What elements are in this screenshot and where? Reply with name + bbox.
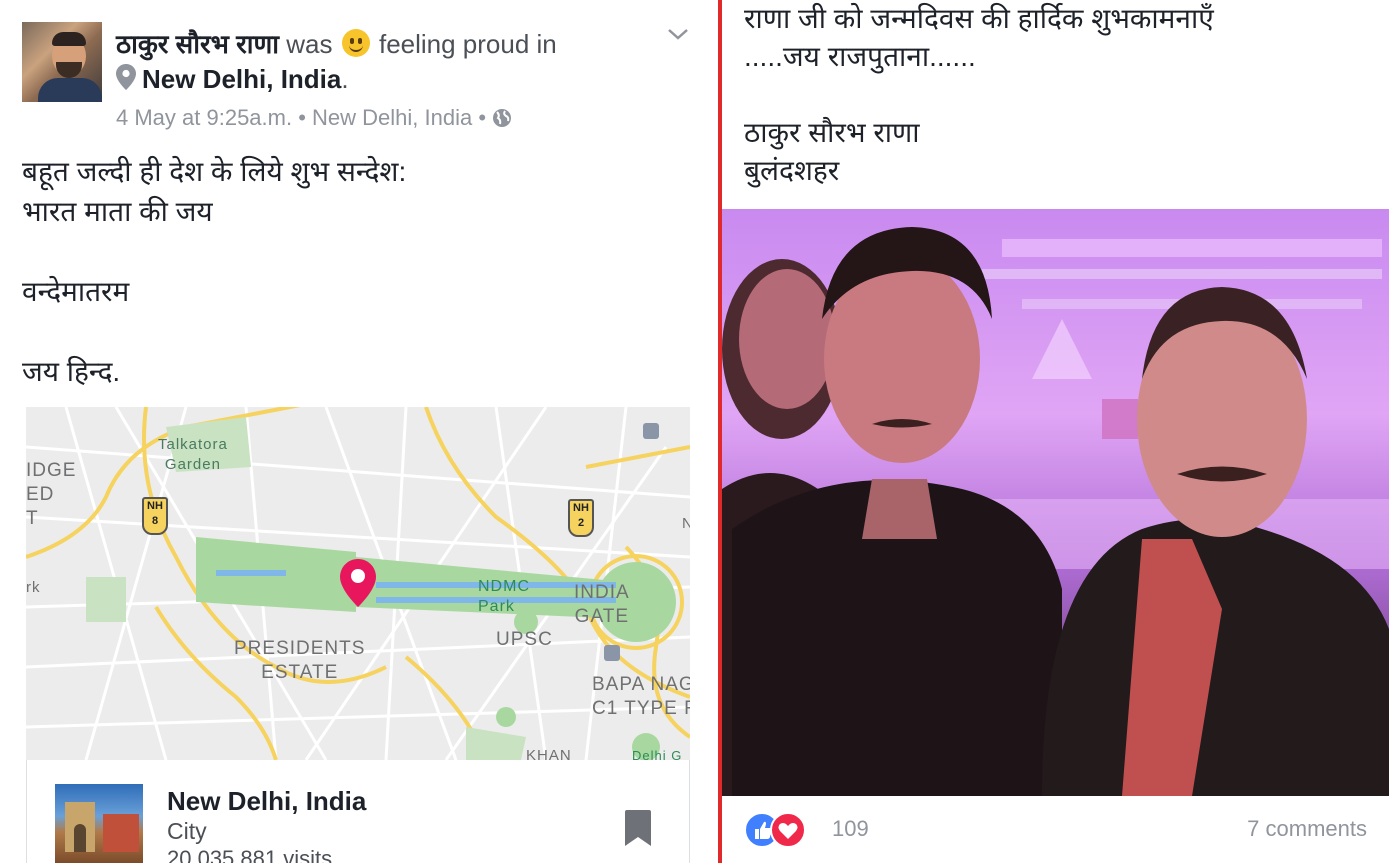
place-period: . — [341, 64, 349, 94]
place-thumbnail — [55, 784, 143, 863]
place-card-title[interactable]: New Delhi, India — [167, 786, 366, 817]
nh2-shield: NH 2 — [568, 499, 594, 537]
left-post-panel: ठाकुर सौरभ राणा was feeling proud in New… — [0, 0, 718, 863]
map-label-india-gate: INDIA GATE — [574, 582, 630, 627]
nh8-shield-top: NH — [147, 500, 163, 512]
nh2-shield-top: NH — [573, 502, 589, 514]
author-avatar[interactable] — [22, 22, 102, 102]
map-label-delhi-g: Delhi G — [632, 748, 683, 760]
smile-emoji-icon — [341, 29, 370, 57]
nh8-shield-num: 8 — [151, 515, 159, 527]
place-card-visits: 20,035,881 visits — [167, 846, 333, 863]
map-label-khan: KHAN — [526, 747, 572, 760]
chevron-down-icon[interactable] — [666, 26, 690, 42]
right-post-text: राणा जी को जन्मदिवस की हार्दिक शुभकामनाए… — [744, 3, 1214, 186]
author-name[interactable]: ठाकुर सौरभ राणा — [116, 29, 279, 59]
map-label-rk: rk — [26, 579, 41, 596]
map-label-idge: IDGE ED T — [26, 460, 77, 529]
post-header: ठाकुर सौरभ राणा was feeling proud in — [116, 27, 557, 61]
comments-count[interactable]: 7 comments — [1247, 816, 1367, 842]
photo-scene — [722, 209, 1389, 796]
reactions-count[interactable]: 109 — [832, 816, 869, 842]
meta-separator: • — [478, 105, 487, 130]
nh2-shield-num: 2 — [577, 517, 585, 529]
nh8-shield: NH 8 — [142, 497, 168, 535]
map-pin-icon — [340, 559, 376, 607]
love-reaction-icon — [770, 812, 806, 848]
place-card[interactable]: New Delhi, India City 20,035,881 visits — [26, 760, 690, 863]
meta-separator: • — [298, 105, 306, 130]
post-meta: 4 May at 9:25a.m. • New Delhi, India • — [116, 104, 512, 132]
checkin-place: New Delhi, India. — [116, 62, 349, 96]
map-label-presidents-estate: PRESIDENTS ESTATE — [234, 638, 366, 683]
post-date[interactable]: 4 May at 9:25a.m. — [116, 105, 292, 130]
location-pin-icon — [116, 64, 136, 90]
place-link[interactable]: New Delhi, India — [142, 64, 341, 94]
map-label-ndmc: NDMC Park — [478, 578, 530, 615]
location-map[interactable]: Talkatora Garden IDGE ED T rk NH 8 NH 2 … — [26, 407, 690, 760]
map-label-bapa: BAPA NAG C1 TYPE F — [592, 674, 690, 719]
was-text: was — [286, 29, 333, 59]
place-card-category: City — [167, 818, 207, 844]
globe-icon — [493, 109, 512, 127]
feeling-text: feeling proud in — [378, 29, 557, 59]
bookmark-icon[interactable] — [625, 810, 651, 846]
map-label-talkatora: Talkatora Garden — [158, 436, 228, 473]
transit-icon — [604, 645, 620, 661]
post-text: बहूत जल्दी ही देश के लिये शुभ सन्देश: भा… — [22, 156, 407, 387]
post-photo[interactable] — [722, 209, 1389, 796]
right-post-panel: राणा जी को जन्मदिवस की हार्दिक शुभकामनाए… — [722, 0, 1389, 863]
map-label-upsc: UPSC — [496, 629, 553, 650]
post-location[interactable]: New Delhi, India — [312, 105, 472, 130]
map-label-n: N — [682, 515, 690, 532]
transit-icon — [643, 423, 659, 439]
